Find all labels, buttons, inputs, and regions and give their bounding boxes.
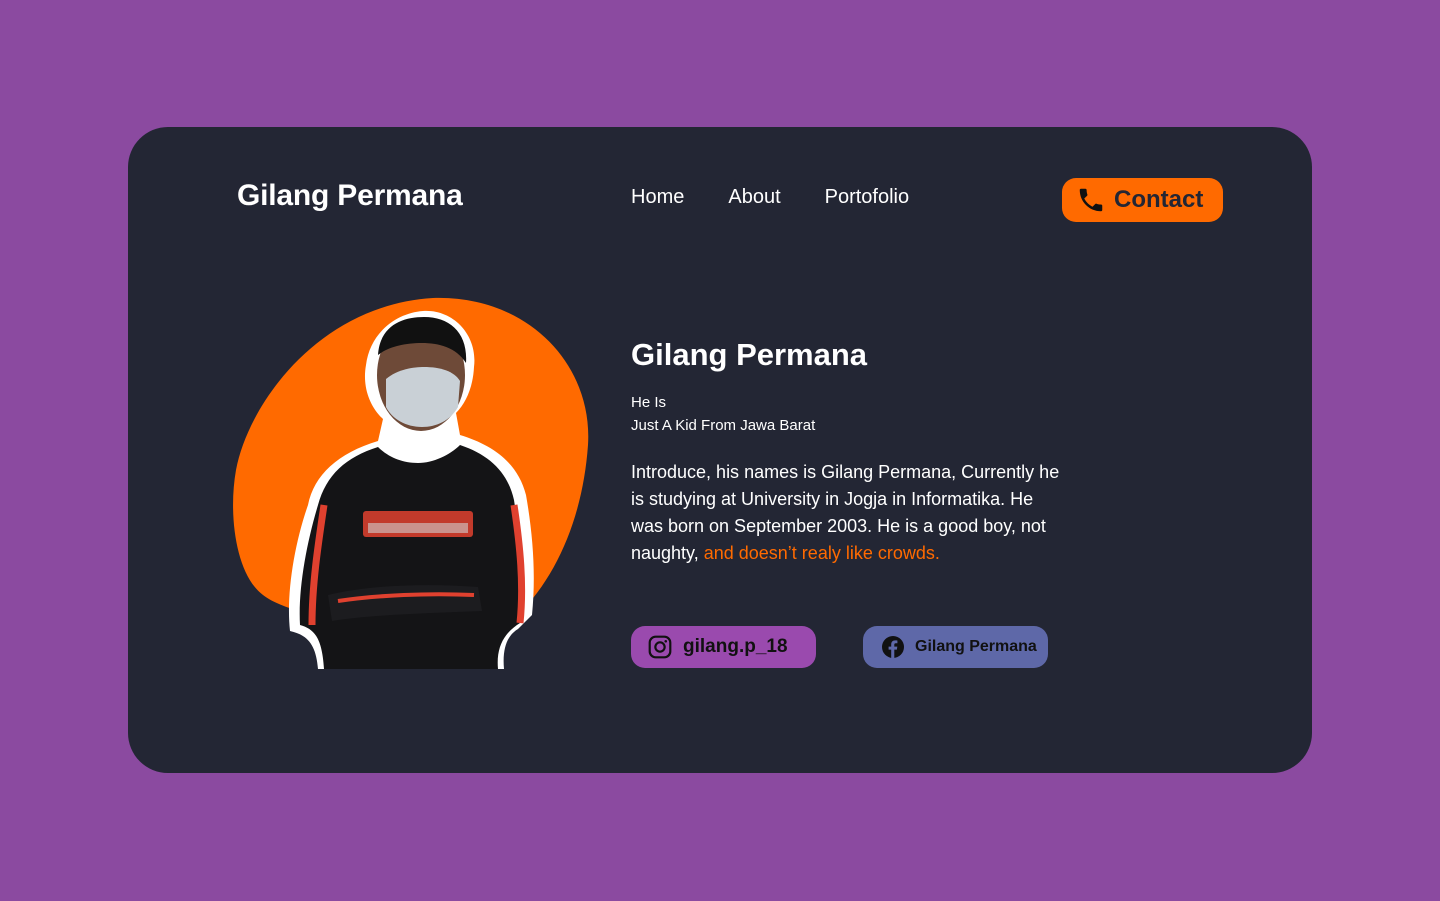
profile-info: Gilang Permana He Is Just A Kid From Jaw… — [631, 337, 1061, 585]
tagline-line-2: Just A Kid From Jawa Barat — [631, 417, 816, 434]
instagram-button[interactable]: gilang.p_18 — [631, 626, 816, 668]
tagline-line-1: He Is — [631, 394, 667, 411]
facebook-icon — [882, 636, 904, 658]
nav-about[interactable]: About — [728, 186, 780, 209]
nav-home[interactable]: Home — [631, 186, 684, 209]
facebook-name: Gilang Permana — [915, 638, 1037, 655]
nav-portofolio[interactable]: Portofolio — [825, 186, 910, 209]
profile-bio: Introduce, his names is Gilang Permana, … — [631, 459, 1061, 567]
profile-card: Gilang Permana Home About Portofolio Con… — [128, 127, 1312, 773]
brand-title[interactable]: Gilang Permana — [237, 179, 463, 213]
profile-name: Gilang Permana — [631, 337, 868, 372]
instagram-handle: gilang.p_18 — [683, 636, 788, 657]
profile-photo — [233, 297, 589, 669]
bio-highlight: and doesn’t realy like crowds. — [703, 543, 940, 563]
instagram-icon — [648, 635, 672, 659]
facebook-button[interactable]: Gilang Permana — [863, 626, 1048, 668]
phone-icon — [1079, 188, 1103, 212]
main-nav: Home About Portofolio — [631, 186, 909, 209]
contact-label: Contact — [1114, 186, 1204, 213]
contact-button[interactable]: Contact — [1062, 178, 1223, 222]
profile-tagline: He Is Just A Kid From Jawa Barat — [631, 391, 1061, 437]
